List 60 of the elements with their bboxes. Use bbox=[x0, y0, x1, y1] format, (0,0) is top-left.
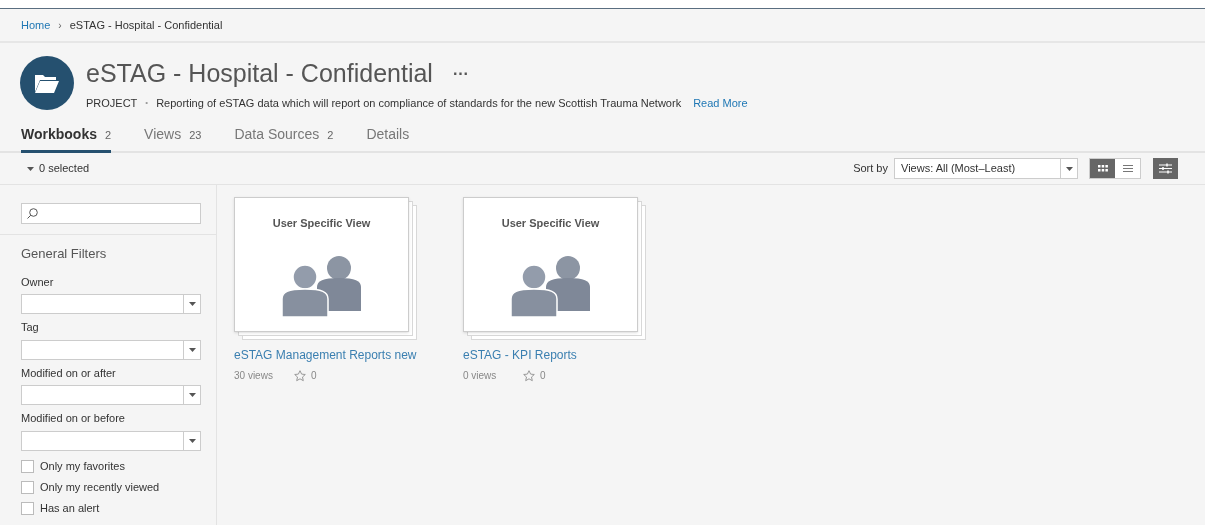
separator-dot: • bbox=[145, 96, 149, 109]
checkbox[interactable] bbox=[21, 480, 34, 494]
favorite-count: 0 bbox=[311, 369, 317, 383]
filter-dropdown[interactable] bbox=[21, 385, 201, 405]
star-icon[interactable] bbox=[294, 369, 306, 382]
workbook-thumbnail[interactable]: User Specific View bbox=[234, 197, 409, 332]
checkbox[interactable] bbox=[21, 501, 34, 515]
checkbox-label: Only my recently viewed bbox=[40, 479, 160, 495]
tab[interactable]: Details bbox=[366, 124, 410, 151]
checkbox[interactable] bbox=[21, 459, 34, 473]
project-title: eSTAG - Hospital - Confidential bbox=[86, 58, 433, 89]
search-icon bbox=[27, 208, 38, 219]
caret-icon bbox=[188, 393, 196, 397]
checkbox-label: Has an alert bbox=[40, 500, 100, 516]
favorite-count: 0 bbox=[540, 369, 546, 383]
workbook-thumbnail[interactable]: User Specific View bbox=[463, 197, 638, 332]
sort-dropdown[interactable]: Views: All (Most–Least) bbox=[894, 158, 1078, 179]
workbook-name[interactable]: eSTAG Management Reports new bbox=[234, 346, 419, 364]
search-field[interactable] bbox=[21, 203, 201, 224]
list-icon bbox=[1122, 165, 1133, 172]
sort-label: Sort by bbox=[853, 161, 888, 177]
people-icon bbox=[280, 254, 363, 317]
filter-dropdown[interactable] bbox=[21, 430, 201, 451]
filter-label: Modified on or after bbox=[21, 365, 117, 381]
grid-view-button[interactable] bbox=[1090, 159, 1115, 178]
thumbnail-title: User Specific View bbox=[272, 216, 371, 231]
thumbnail-title: User Specific View bbox=[501, 216, 600, 231]
people-icon bbox=[509, 254, 592, 317]
caret-icon bbox=[188, 438, 196, 443]
star-icon[interactable] bbox=[523, 369, 535, 382]
list-view-button[interactable] bbox=[1115, 159, 1140, 178]
project-folder-icon bbox=[20, 56, 74, 110]
breadcrumb-link[interactable]: Home bbox=[21, 16, 51, 34]
filter-dropdown[interactable] bbox=[21, 294, 201, 314]
caret-icon bbox=[1065, 166, 1073, 171]
checkbox-label: Only my favorites bbox=[40, 458, 125, 474]
read-more-link[interactable]: Read More bbox=[693, 94, 748, 111]
tab[interactable]: Data Sources 2 bbox=[234, 124, 334, 151]
tab[interactable]: Views 23 bbox=[144, 124, 202, 151]
breadcrumb-separator: › bbox=[58, 18, 62, 33]
filter-dropdown[interactable] bbox=[21, 339, 201, 360]
caret-icon bbox=[188, 302, 196, 306]
filter-label: Tag bbox=[21, 320, 40, 335]
filter-label: Modified on or before bbox=[21, 411, 126, 426]
filters-heading: General Filters bbox=[21, 245, 108, 263]
caret-icon bbox=[27, 166, 34, 171]
workbook-name[interactable]: eSTAG - KPI Reports bbox=[463, 346, 648, 364]
filter-label: Owner bbox=[21, 274, 55, 290]
more-actions-button[interactable]: ··· bbox=[452, 61, 469, 86]
grid-icon bbox=[1097, 165, 1108, 172]
project-type: PROJECT bbox=[86, 95, 138, 111]
breadcrumb-current: eSTAG - Hospital - Confidential bbox=[69, 17, 223, 33]
tab[interactable]: Workbooks 2 bbox=[21, 124, 112, 153]
project-description: Reporting of eSTAG data which will report on compliance of standards for the new Scottish Trauma Network bbox=[156, 95, 682, 111]
view-count: 0 views bbox=[463, 369, 498, 383]
sliders-icon bbox=[1159, 163, 1172, 174]
filter-settings-button[interactable] bbox=[1153, 158, 1178, 179]
selection-dropdown[interactable]: 0 selected bbox=[27, 160, 90, 177]
caret-icon bbox=[188, 347, 196, 352]
view-count: 30 views bbox=[234, 369, 274, 383]
